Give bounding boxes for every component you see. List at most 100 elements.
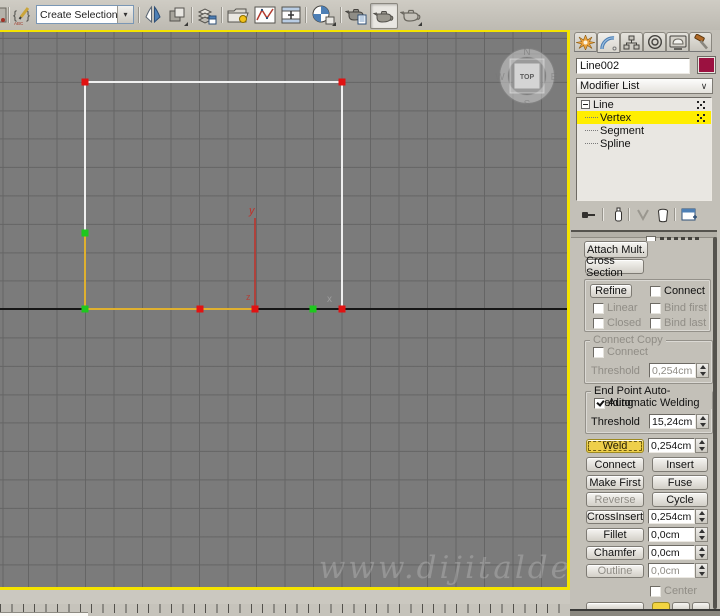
fillet-spinner[interactable]: 0,0cm: [648, 527, 708, 542]
layer-manager-icon[interactable]: [195, 3, 219, 27]
outline-button[interactable]: Outline: [586, 564, 644, 578]
tab-hierarchy[interactable]: [620, 32, 643, 52]
configure-modifier-sets-icon[interactable]: [680, 206, 698, 224]
viewcube-face-label[interactable]: TOP: [520, 74, 535, 81]
connect-copy-threshold-spinner[interactable]: 0,254cm: [649, 363, 709, 378]
spin-up-icon[interactable]: [698, 547, 705, 552]
clipped-toolbar-icon[interactable]: [0, 3, 8, 27]
stack-row-line[interactable]: Line: [577, 98, 711, 111]
spinner-value[interactable]: 0,254cm: [648, 509, 695, 524]
spline-vertex[interactable]: [81, 305, 89, 313]
spin-down-icon[interactable]: [698, 535, 705, 540]
tab-display[interactable]: [666, 32, 689, 52]
curve-editor-icon[interactable]: [252, 3, 278, 27]
spline-vertex[interactable]: [309, 305, 317, 313]
spinner-value[interactable]: 0,0cm: [648, 527, 695, 542]
spinner-arrows[interactable]: [695, 509, 708, 524]
spinner-arrows[interactable]: [696, 363, 709, 378]
modifier-list-dropdown[interactable]: Modifier List ∨: [576, 78, 713, 94]
refine-button[interactable]: Refine: [590, 284, 632, 298]
viewport-top[interactable]: y z x N W E S TOP www.dijitalde: [0, 30, 570, 590]
cross-section-button[interactable]: Cross Section: [585, 255, 644, 279]
spin-down-icon[interactable]: [698, 446, 705, 451]
render-setup-icon[interactable]: [344, 3, 368, 27]
edit-named-selection-sets-icon[interactable]: {} ABC: [11, 3, 35, 27]
spline-vertex[interactable]: [196, 305, 204, 313]
object-name-field[interactable]: Line002: [576, 58, 690, 74]
reverse-button[interactable]: Reverse: [586, 492, 644, 507]
automatic-welding-checkbox[interactable]: [594, 398, 605, 409]
remove-modifier-icon[interactable]: [654, 206, 672, 224]
pin-stack-icon[interactable]: [580, 206, 598, 224]
cross-insert-spinner[interactable]: 0,254cm: [648, 509, 708, 524]
viewcube[interactable]: N W E S TOP: [492, 41, 562, 111]
quick-render-icon[interactable]: [399, 3, 423, 27]
weld-threshold-spinner[interactable]: 0,254cm: [648, 438, 708, 453]
auto-weld-threshold-spinner[interactable]: 15,24cm: [649, 414, 709, 429]
spinner-value[interactable]: 0,0cm: [648, 545, 695, 560]
stack-row-segment[interactable]: Segment: [577, 124, 711, 137]
connect-button[interactable]: Connect: [586, 457, 644, 472]
bind-last-checkbox[interactable]: [650, 318, 661, 329]
spinner-value[interactable]: 0,0cm: [648, 563, 695, 578]
chamfer-spinner[interactable]: 0,0cm: [648, 545, 708, 560]
tab-utilities[interactable]: [689, 32, 712, 52]
spline-vertex[interactable]: [81, 78, 89, 86]
named-selection-set-combobox[interactable]: Create Selection Se ▾: [36, 5, 134, 24]
tab-create[interactable]: [574, 32, 597, 52]
spin-up-icon[interactable]: [698, 511, 705, 516]
viewcube-east-label[interactable]: E: [551, 72, 558, 83]
stack-row-vertex[interactable]: Vertex: [577, 111, 711, 124]
spinner-arrows[interactable]: [695, 563, 708, 578]
spinner-value[interactable]: 15,24cm: [649, 414, 696, 429]
spline-vertex[interactable]: [338, 305, 346, 313]
insert-button[interactable]: Insert: [652, 457, 708, 472]
spin-up-icon[interactable]: [698, 565, 705, 570]
cycle-button[interactable]: Cycle: [652, 492, 708, 507]
fuse-button[interactable]: Fuse: [652, 475, 708, 490]
spinner-value[interactable]: 0,254cm: [649, 363, 696, 378]
tab-modify[interactable]: [597, 32, 620, 53]
spin-up-icon[interactable]: [699, 416, 706, 421]
spin-down-icon[interactable]: [698, 553, 705, 558]
center-checkbox[interactable]: [650, 586, 661, 597]
material-editor-icon[interactable]: [309, 3, 337, 27]
chevron-down-icon[interactable]: ▾: [117, 6, 133, 23]
tab-motion[interactable]: [643, 32, 666, 52]
collapse-minus-icon[interactable]: [581, 100, 590, 109]
weld-button[interactable]: Weld: [586, 439, 644, 453]
spinner-arrows[interactable]: [695, 545, 708, 560]
spinner-value[interactable]: 0,254cm: [648, 438, 695, 453]
chamfer-button[interactable]: Chamfer: [586, 546, 644, 560]
make-first-button[interactable]: Make First: [586, 475, 644, 490]
spin-down-icon[interactable]: [699, 422, 706, 427]
open-folder-light-icon[interactable]: [225, 3, 251, 27]
spin-down-icon[interactable]: [698, 571, 705, 576]
make-unique-icon[interactable]: [634, 206, 652, 224]
connect-copy-checkbox[interactable]: [593, 347, 604, 358]
mirror-icon[interactable]: [141, 3, 165, 27]
spinner-arrows[interactable]: [696, 414, 709, 429]
spin-down-icon[interactable]: [699, 371, 706, 376]
spinner-arrows[interactable]: [695, 527, 708, 542]
viewcube-north-label[interactable]: N: [523, 47, 530, 58]
spin-up-icon[interactable]: [699, 365, 706, 370]
spline-vertex[interactable]: [81, 229, 89, 237]
viewcube-west-label[interactable]: W: [495, 72, 505, 83]
linear-checkbox[interactable]: [593, 303, 604, 314]
bind-first-checkbox[interactable]: [650, 303, 661, 314]
spin-down-icon[interactable]: [698, 517, 705, 522]
connect-checkbox[interactable]: [650, 286, 661, 297]
spin-up-icon[interactable]: [698, 440, 705, 445]
viewcube-south-label[interactable]: S: [524, 99, 531, 110]
spinner-arrows[interactable]: [695, 438, 708, 453]
stack-row-spline[interactable]: Spline: [577, 137, 711, 150]
spin-up-icon[interactable]: [698, 529, 705, 534]
cross-insert-button[interactable]: CrossInsert: [586, 510, 644, 524]
schematic-view-icon[interactable]: [279, 3, 303, 27]
outline-spinner[interactable]: 0,0cm: [648, 563, 708, 578]
align-icon[interactable]: [165, 3, 189, 27]
spline-vertex[interactable]: [338, 78, 346, 86]
object-color-swatch[interactable]: [697, 56, 716, 74]
fillet-button[interactable]: Fillet: [586, 528, 644, 542]
